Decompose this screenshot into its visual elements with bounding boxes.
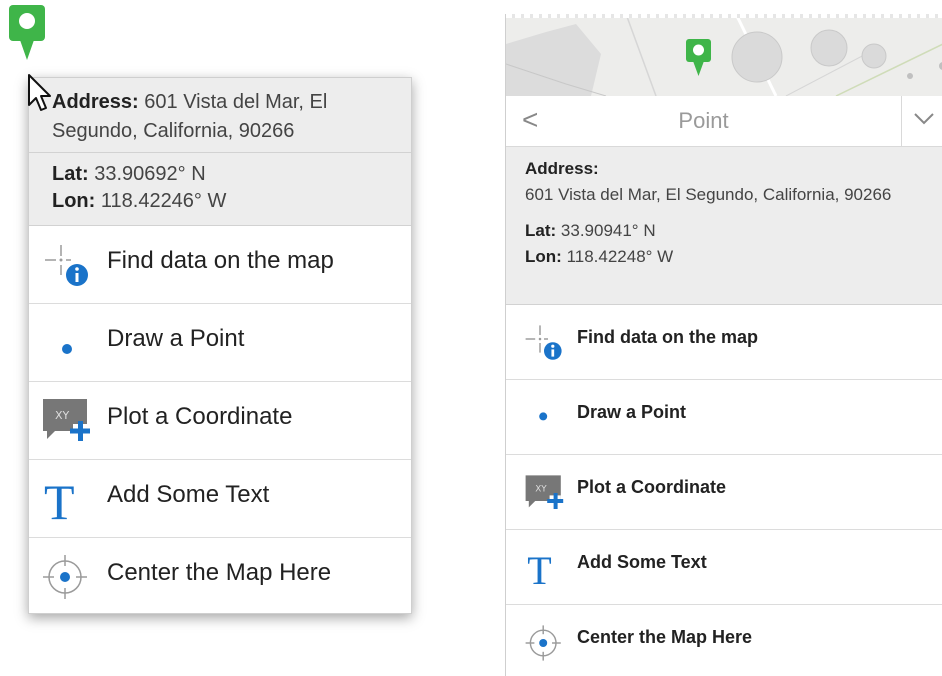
point-info-section: Address: 601 Vista del Mar, El Segundo, …	[506, 147, 942, 305]
menu-item-find-data[interactable]: Find data on the map	[29, 226, 411, 304]
plot-coordinate-icon: XY	[525, 475, 564, 509]
text-icon: T	[44, 475, 75, 523]
panel-title: Point	[678, 108, 729, 133]
panel-item-label: Draw a Point	[577, 402, 687, 422]
panel-header: < Point	[506, 96, 942, 147]
menu-item-label: Draw a Point	[107, 325, 245, 352]
lon-value: 118.42248° W	[566, 247, 674, 266]
latitude-row: Lat: 33.90941° N	[525, 218, 925, 244]
coordinates-section: Lat: 33.90692° N Lon: 118.42246° W	[29, 153, 411, 226]
lat-label: Lat:	[52, 163, 89, 185]
menu-item-label: Plot a Coordinate	[107, 403, 293, 430]
chevron-down-icon[interactable]	[912, 106, 936, 130]
mouse-cursor-icon	[28, 74, 51, 111]
map-pin-icon[interactable]	[8, 4, 46, 62]
svg-text:XY: XY	[55, 409, 70, 422]
lat-value: 33.90692° N	[94, 163, 206, 185]
panel-item-draw-point[interactable]: Draw a Point	[506, 380, 942, 455]
svg-text:XY: XY	[535, 484, 547, 494]
center-map-icon	[43, 555, 87, 599]
longitude-row: Lon: 118.42246° W	[52, 188, 388, 215]
header-divider	[901, 96, 902, 147]
panel-item-find-data[interactable]: Find data on the map	[506, 305, 942, 380]
svg-text:T: T	[44, 475, 75, 523]
lat-value: 33.90941° N	[560, 221, 656, 240]
menu-item-label: Add Some Text	[107, 481, 270, 508]
menu-item-center-map[interactable]: Center the Map Here	[29, 538, 411, 616]
panel-item-plot-coordinate[interactable]: XY Plot a Coordinate	[506, 455, 942, 530]
menu-item-add-text[interactable]: T Add Some Text	[29, 460, 411, 538]
point-icon	[539, 412, 548, 421]
menu-item-label: Center the Map Here	[107, 559, 332, 586]
panel-item-center-map[interactable]: Center the Map Here	[506, 605, 942, 676]
panel-item-label: Plot a Coordinate	[577, 477, 727, 497]
find-data-icon	[45, 245, 88, 286]
find-data-icon	[525, 325, 562, 360]
address-label: Address:	[52, 91, 139, 113]
lon-label: Lon:	[52, 190, 96, 212]
panel-item-label: Add Some Text	[577, 552, 707, 572]
center-map-icon	[525, 625, 561, 661]
panel-item-label: Center the Map Here	[577, 627, 753, 647]
lon-label: Lon:	[525, 247, 562, 266]
plot-coordinate-icon: XY	[43, 399, 90, 441]
panel-action-list: Find data on the map Draw a Point XY Plo…	[506, 305, 942, 676]
map-background	[506, 14, 942, 96]
svg-text:T: T	[527, 548, 551, 588]
lon-value: 118.42246° W	[100, 190, 227, 212]
map-torn-edge	[506, 14, 942, 18]
menu-item-label: Find data on the map	[107, 247, 334, 274]
context-menu-popup: Address: 601 Vista del Mar, El Segundo, …	[28, 77, 412, 614]
longitude-row: Lon: 118.42248° W	[525, 244, 925, 270]
point-icon	[62, 344, 72, 354]
latitude-row: Lat: 33.90692° N	[52, 161, 388, 188]
address-section: Address: 601 Vista del Mar, El Segundo, …	[29, 78, 411, 153]
point-side-panel: < Point Address: 601 Vista del Mar, El S…	[505, 14, 942, 676]
address-value: 601 Vista del Mar, El Segundo, Californi…	[525, 185, 892, 204]
address-label: Address:	[525, 159, 599, 178]
panel-item-label: Find data on the map	[577, 327, 759, 347]
lat-label: Lat:	[525, 221, 557, 240]
panel-item-add-text[interactable]: T Add Some Text	[506, 530, 942, 605]
map-preview[interactable]	[506, 14, 942, 96]
menu-item-draw-point[interactable]: Draw a Point	[29, 304, 411, 382]
menu-item-plot-coordinate[interactable]: XY Plot a Coordinate	[29, 382, 411, 460]
text-icon: T	[527, 548, 551, 588]
